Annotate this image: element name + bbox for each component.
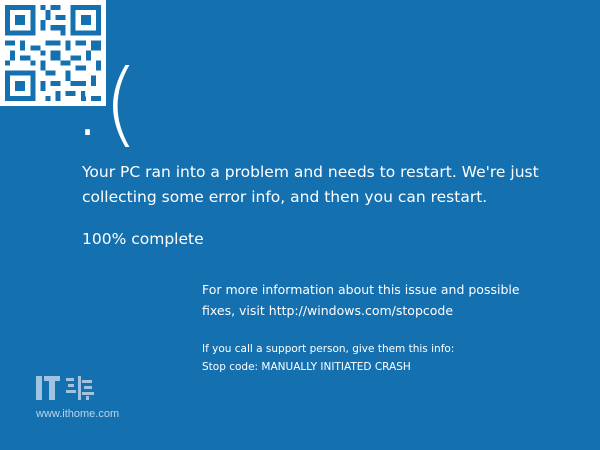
watermark-url: www.ithome.com — [36, 408, 120, 420]
sad-face: :( — [72, 50, 139, 157]
support-line: If you call a support person, give them … — [202, 343, 455, 355]
bsod-screen: :( Your PC ran into a problem and needs … — [0, 0, 600, 450]
more-info: For more information about this issue an… — [202, 279, 562, 321]
support-info: If you call a support person, give them … — [202, 340, 562, 376]
more-info-line: For more information about this issue an… — [202, 282, 520, 297]
stop-code: Stop code: MANUALLY INITIATED CRASH — [202, 361, 411, 373]
ithome-logo — [36, 372, 96, 408]
progress-text: 100% complete — [82, 230, 204, 248]
error-message: Your PC ran into a problem and needs to … — [82, 163, 539, 206]
more-info-link-line: fixes, visit http://windows.com/stopcode — [202, 303, 454, 318]
